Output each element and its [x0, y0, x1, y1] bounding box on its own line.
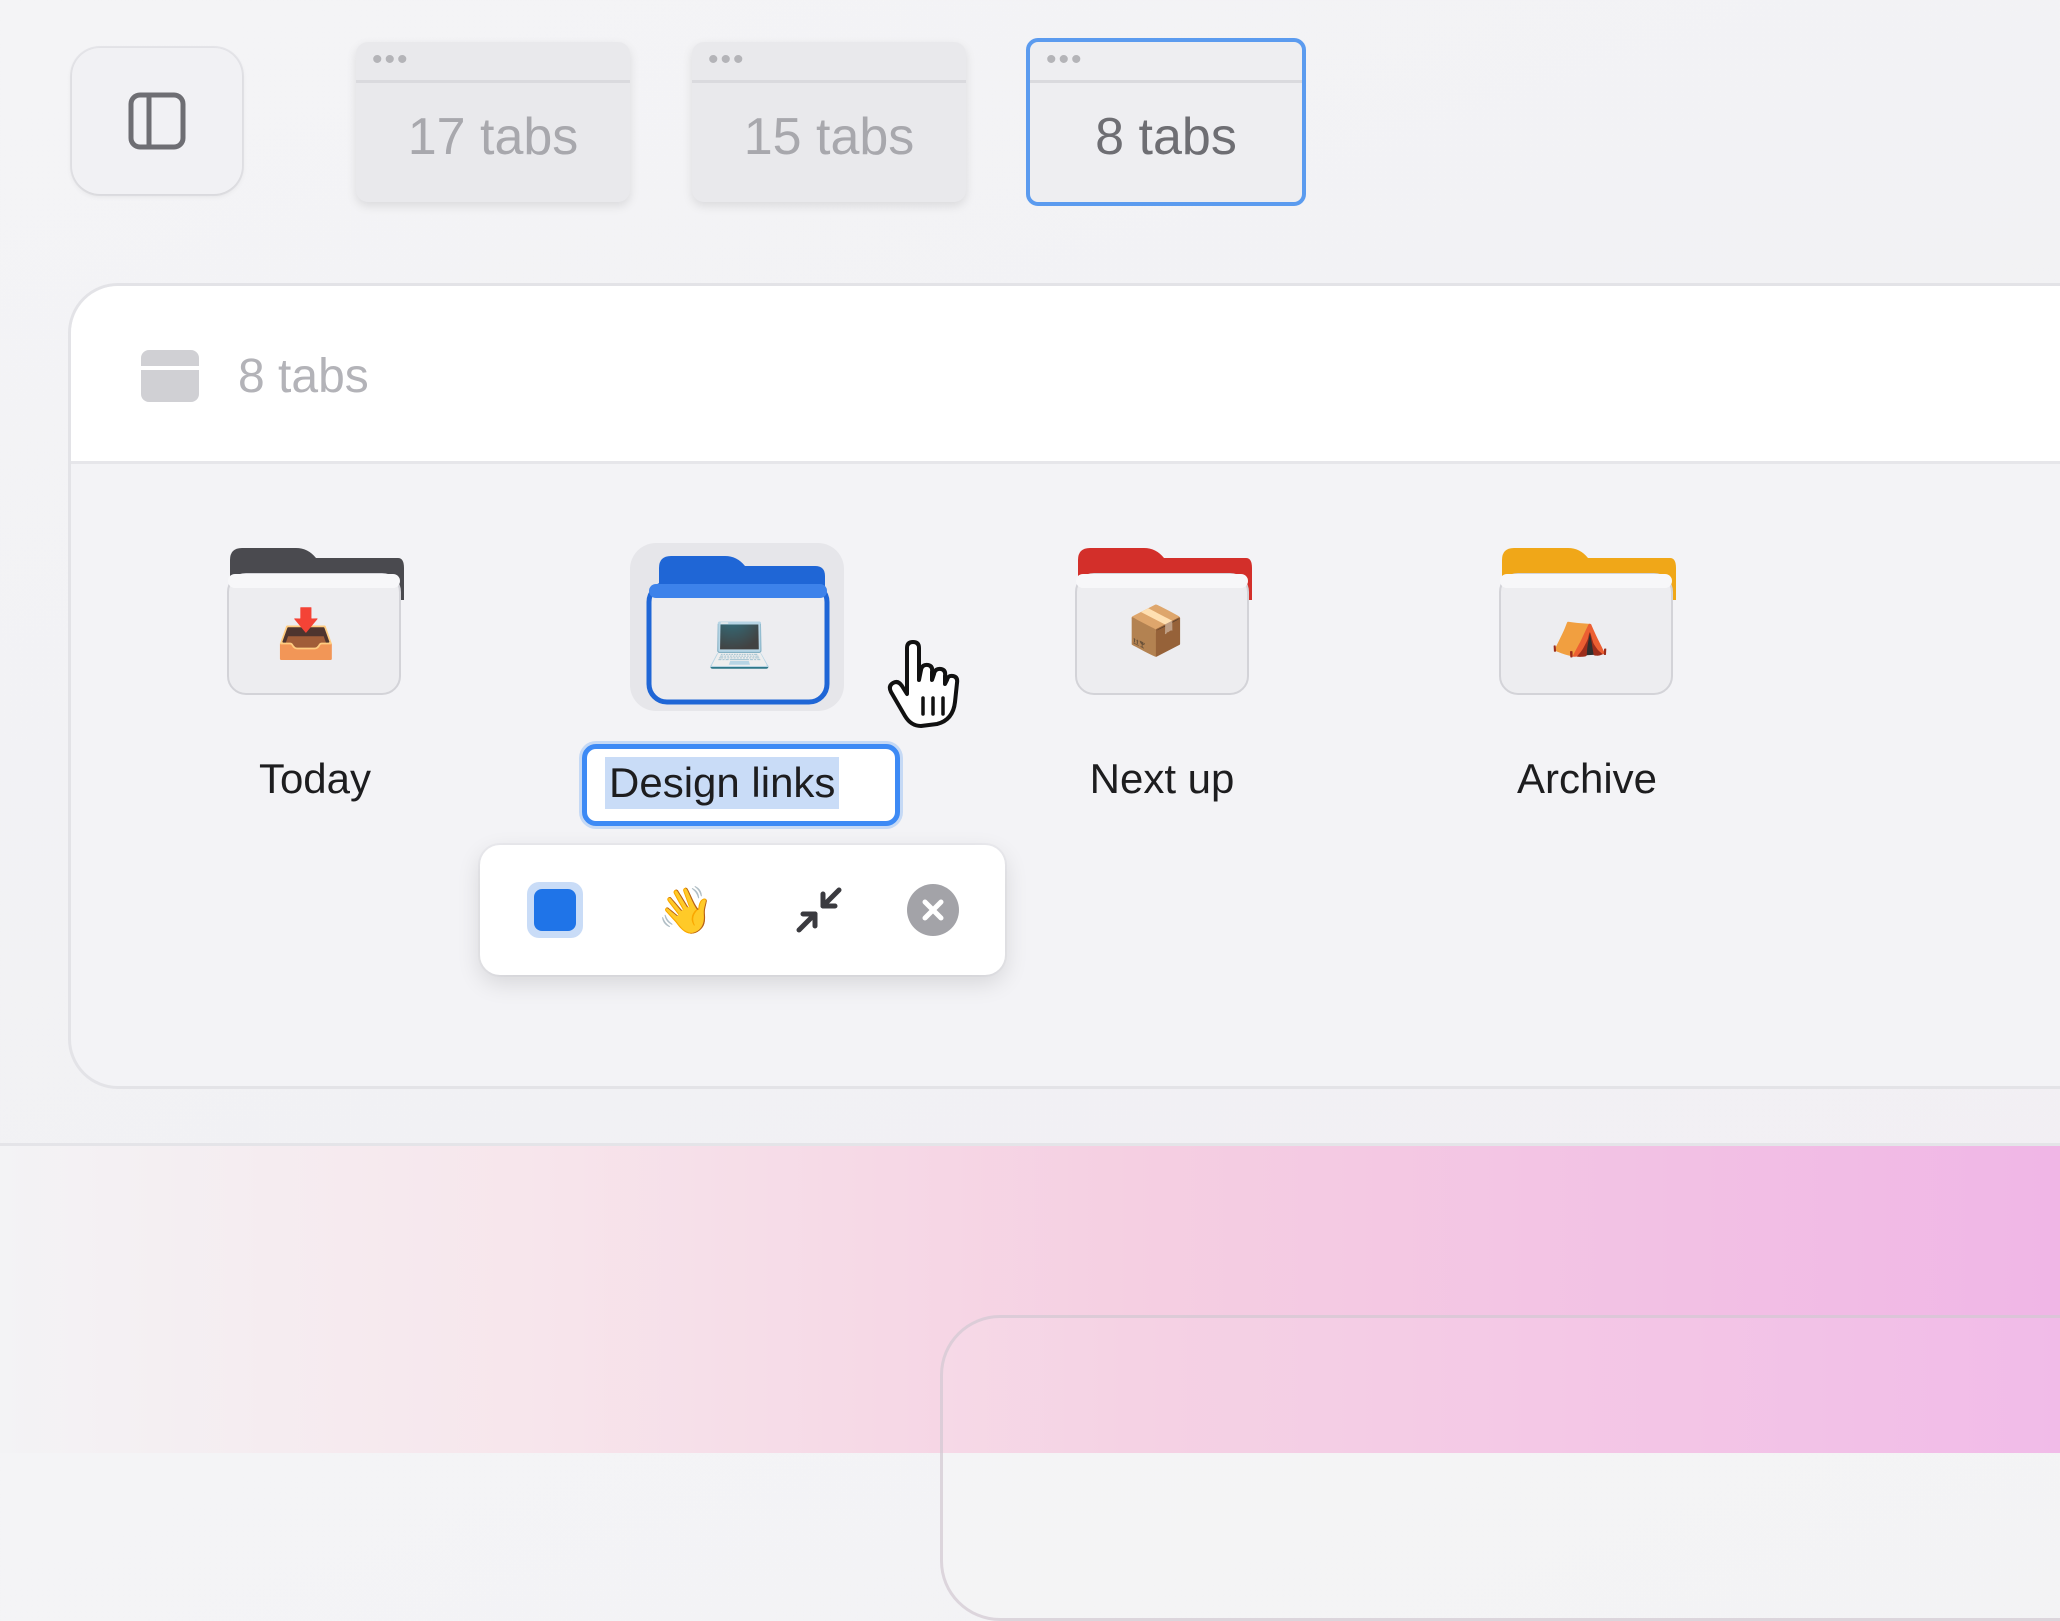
space-label: 17 tabs	[407, 108, 579, 166]
sidebar-icon	[128, 92, 186, 150]
laptop-emoji: 💻	[707, 612, 772, 670]
space-thumb-2[interactable]: ••• 15 tabs	[692, 42, 966, 202]
space-label: 8 tabs	[1095, 108, 1237, 166]
dots-icon: •••	[372, 43, 410, 76]
emoji-picker-button[interactable]: 👋	[653, 877, 719, 943]
hand-cursor-icon	[887, 640, 960, 728]
inbox-tray-emoji: 📥	[276, 608, 336, 661]
space-label: 15 tabs	[743, 108, 915, 166]
card-title: 8 tabs	[238, 350, 369, 403]
folder-design-links[interactable]: 💻	[645, 548, 835, 728]
remove-button[interactable]	[900, 877, 966, 943]
folder-tab-icon	[141, 350, 199, 402]
folder-name-selected-text: Design links	[605, 757, 840, 809]
dots-icon: •••	[1046, 43, 1084, 76]
folder-name-input[interactable]: Design links	[582, 744, 900, 826]
folder-options-popover: 👋	[480, 845, 1005, 975]
color-picker-button[interactable]	[522, 877, 588, 943]
folder-label-archive: Archive	[1516, 755, 1658, 802]
package-emoji: 📦	[1126, 605, 1186, 658]
folder-today[interactable]: 📥	[218, 540, 408, 720]
card-header: 8 tabs	[71, 286, 2060, 464]
folder-next-up[interactable]: 📦	[1066, 540, 1256, 720]
space-thumb-3-active[interactable]: ••• 8 tabs	[1026, 38, 1306, 206]
lower-card	[940, 1315, 2060, 1621]
folder-archive[interactable]: ⛺	[1490, 540, 1680, 720]
folder-label-next-up: Next up	[1089, 755, 1235, 802]
close-circle-icon	[907, 884, 959, 936]
sidebar-toggle-button[interactable]	[72, 48, 242, 194]
space-thumb-1[interactable]: ••• 17 tabs	[356, 42, 630, 202]
collapse-arrows-icon	[796, 887, 842, 933]
color-swatch	[527, 882, 583, 938]
folder-label-today: Today	[258, 755, 372, 802]
dots-icon: •••	[708, 43, 746, 76]
collapse-button[interactable]	[786, 877, 852, 943]
tent-emoji: ⛺	[1550, 605, 1610, 658]
